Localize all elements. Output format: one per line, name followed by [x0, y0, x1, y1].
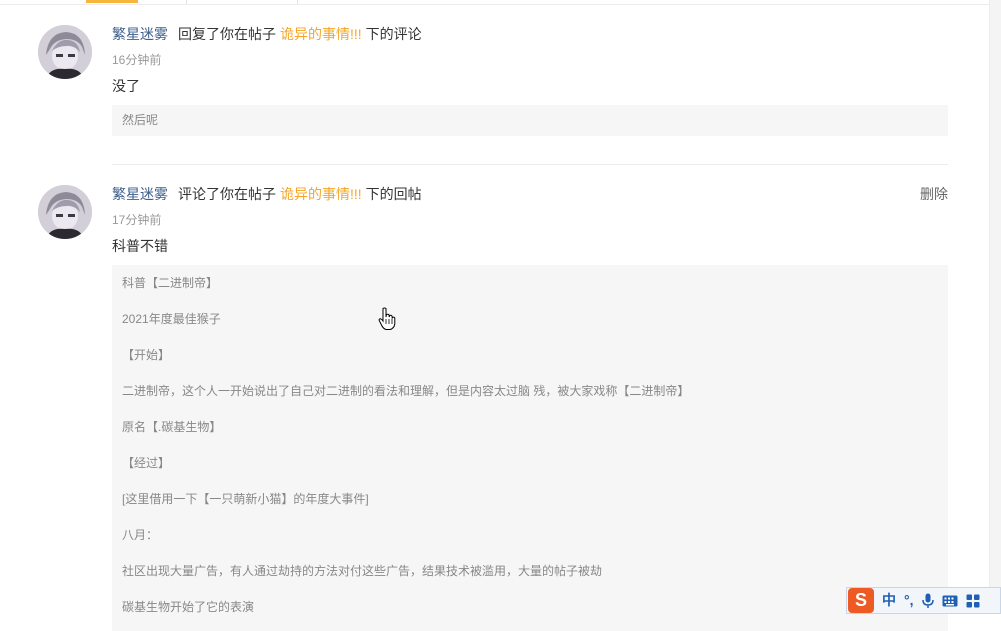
username-link[interactable]: 繁星迷雾 [112, 186, 168, 202]
avatar[interactable] [38, 185, 92, 239]
quoted-post[interactable]: 科普【二进制帝】 2021年度最佳猴子 【开始】 二进制帝，这个人一开始说出了自… [112, 265, 948, 631]
ime-mode-toggle[interactable]: 中 [882, 588, 896, 613]
quoted-line: 二进制帝，这个人一开始说出了自己对二进制的看法和理解，但是内容太过脑 残，被大家… [122, 384, 690, 398]
quoted-line: 【开始】 [122, 348, 171, 362]
active-tab-indicator [86, 0, 138, 3]
quoted-line: 2021年度最佳猴子 [122, 312, 221, 326]
avatar[interactable] [38, 25, 92, 79]
quoted-line: 八月： [122, 528, 159, 542]
quoted-comment[interactable]: 然后呢 [112, 105, 948, 136]
quoted-line: 【经过】 [122, 456, 171, 470]
action-text: 评论了你在帖子 [178, 186, 276, 202]
quoted-text: 然后呢 [122, 113, 159, 127]
tab-separator [186, 0, 187, 4]
quoted-line: 科普【二进制帝】 [122, 276, 219, 290]
reply-text: 没了 [112, 78, 140, 94]
hand-cursor-icon [378, 307, 396, 336]
comment-text: 科普不错 [112, 238, 168, 254]
item-divider [112, 164, 948, 165]
post-title-link[interactable]: 诡异的事情!!! [280, 26, 362, 42]
quoted-line: [这里借用一下【一只萌新小猫】的年度大事件] [122, 492, 369, 506]
microphone-icon[interactable] [921, 593, 934, 609]
grid-icon[interactable] [966, 594, 980, 608]
quoted-line: 原名【.碳基生物】 [122, 420, 222, 434]
action-text: 回复了你在帖子 [178, 26, 276, 42]
top-tab-bar [0, 0, 990, 5]
sogou-logo-icon[interactable]: S [848, 588, 874, 613]
action-suffix: 下的回帖 [365, 186, 422, 202]
scrollbar[interactable] [989, 0, 1001, 614]
punctuation-toggle[interactable]: °, [904, 588, 914, 613]
post-title-link[interactable]: 诡异的事情!!! [280, 186, 362, 202]
ime-toolbar[interactable]: S 中 °, [846, 587, 1001, 614]
timestamp: 17分钟前 [112, 213, 162, 227]
action-suffix: 下的评论 [365, 26, 422, 42]
username-link[interactable]: 繁星迷雾 [112, 26, 168, 42]
delete-button[interactable]: 删除 [920, 185, 948, 203]
timestamp: 16分钟前 [112, 53, 162, 67]
tab-separator [297, 0, 298, 4]
quoted-line: 社区出现大量广告，有人通过劫持的方法对付这些广告，结果技术被滥用，大量的帖子被劫 [122, 564, 603, 578]
keyboard-icon[interactable] [942, 595, 958, 607]
quoted-line: 碳基生物开始了它的表演 [122, 600, 255, 614]
